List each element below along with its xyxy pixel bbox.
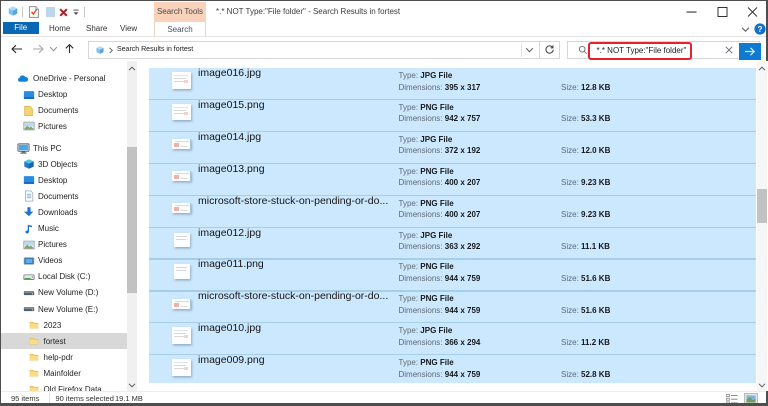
svg-text:?: ? [758, 25, 763, 34]
